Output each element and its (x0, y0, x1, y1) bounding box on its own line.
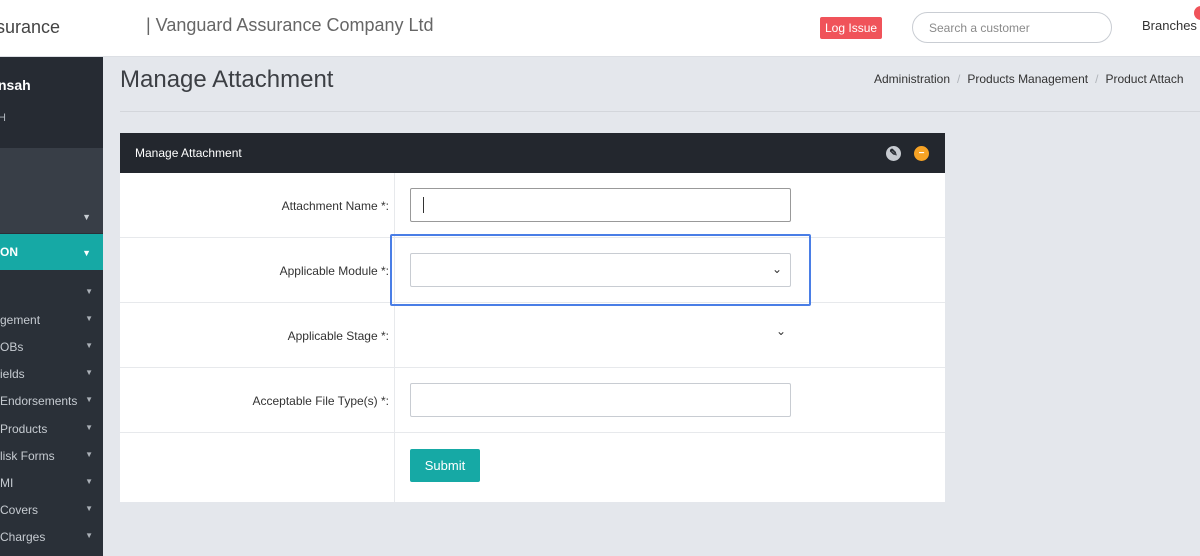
file-types-label: Acceptable File Type(s) *: (252, 394, 389, 408)
attachment-name-label: Attachment Name *: (281, 199, 389, 213)
sidebar-item-label: OBs (0, 340, 24, 354)
chevron-down-icon: ▼ (85, 395, 93, 404)
chevron-down-icon: ▼ (85, 314, 93, 323)
submit-button[interactable]: Submit (410, 449, 480, 482)
breadcrumb: Administration / Products Management / Produ… (874, 72, 1184, 86)
branches-menu[interactable]: Branches (1142, 18, 1197, 33)
sidebar-item-label: ields (0, 367, 25, 381)
sidebar-item[interactable]: Covers ▼ (0, 498, 103, 524)
sidebar-item-active[interactable]: ON ▼ (0, 234, 103, 270)
sidebar-item-label: gement (0, 313, 41, 327)
attachment-name-input[interactable] (410, 188, 791, 222)
log-issue-button[interactable]: Log Issue (820, 17, 883, 39)
chevron-down-icon: ▼ (85, 423, 93, 432)
manage-attachment-panel: Manage Attachment ✎ − Attachment Name *:… (120, 133, 945, 502)
sidebar-item[interactable]: ields ▼ (0, 362, 103, 388)
sidebar-item-label: MI (0, 476, 14, 490)
user-subtitle: H (0, 112, 6, 124)
sidebar-item[interactable]: Products ▼ (0, 417, 103, 443)
sidebar-active-label: ON (0, 245, 18, 259)
breadcrumb-item[interactable]: Product Attach (1105, 72, 1183, 86)
breadcrumb-separator: / (957, 72, 961, 86)
breadcrumb-item[interactable]: Administration (874, 72, 950, 86)
sidebar-item[interactable]: gement ▼ (0, 308, 103, 334)
sidebar-profile: nsah H (0, 57, 103, 148)
app-brand[interactable]: surance (0, 17, 60, 38)
minimize-icon[interactable]: − (914, 146, 929, 161)
sidebar-item[interactable]: lisk Forms ▼ (0, 444, 103, 470)
focus-highlight (390, 234, 811, 306)
sidebar: nsah H ▼ ON ▼ ▼ gement ▼ OBs ▼ ields ▼ E… (0, 57, 103, 556)
top-header: surance | Vanguard Assurance Company Ltd… (0, 0, 1200, 57)
sidebar-item-label: Endorsements (0, 394, 78, 408)
customer-search-input[interactable] (912, 12, 1112, 43)
sidebar-item-label: lisk Forms (0, 449, 55, 463)
panel-title: Manage Attachment (135, 146, 242, 160)
sidebar-item[interactable]: Charges ▼ (0, 525, 103, 551)
chevron-down-icon: ▼ (85, 477, 93, 486)
edit-icon[interactable]: ✎ (886, 146, 901, 161)
text-caret (423, 197, 424, 213)
page-divider (120, 111, 1200, 112)
breadcrumb-item[interactable]: Products Management (967, 72, 1088, 86)
sidebar-item[interactable]: MI ▼ (0, 471, 103, 497)
panel-header: Manage Attachment ✎ − (120, 133, 945, 173)
sidebar-item-label: Products (0, 422, 48, 436)
chevron-down-icon: ▼ (85, 531, 93, 540)
sidebar-item[interactable]: Endorsements ▼ (0, 389, 103, 415)
applicable-stage-chevron-icon[interactable]: ⌄ (776, 324, 786, 338)
chevron-down-icon: ▼ (85, 450, 93, 459)
sidebar-item-label: Charges (0, 530, 46, 544)
applicable-module-label: Applicable Module *: (279, 264, 389, 278)
page-title: Manage Attachment (120, 66, 334, 93)
sidebar-section[interactable]: ▼ (0, 148, 103, 233)
chevron-down-icon: ▼ (82, 212, 91, 222)
chevron-down-icon: ▼ (85, 504, 93, 513)
chevron-down-icon: ▼ (82, 248, 91, 258)
chevron-down-icon: ▼ (85, 368, 93, 377)
company-name: | Vanguard Assurance Company Ltd (146, 15, 434, 35)
form-row-applicable-stage: Applicable Stage *: ⌄ (120, 303, 945, 368)
chevron-down-icon: ▼ (85, 341, 93, 350)
sidebar-item[interactable]: OBs ▼ (0, 335, 103, 361)
breadcrumb-separator: / (1095, 72, 1099, 86)
chevron-down-icon: ▼ (85, 287, 93, 296)
sidebar-item[interactable]: ▼ (0, 281, 103, 307)
applicable-stage-label: Applicable Stage *: (287, 329, 389, 343)
user-name: nsah (0, 77, 31, 93)
file-types-input[interactable] (410, 383, 791, 417)
sidebar-item-label: Covers (0, 503, 39, 517)
